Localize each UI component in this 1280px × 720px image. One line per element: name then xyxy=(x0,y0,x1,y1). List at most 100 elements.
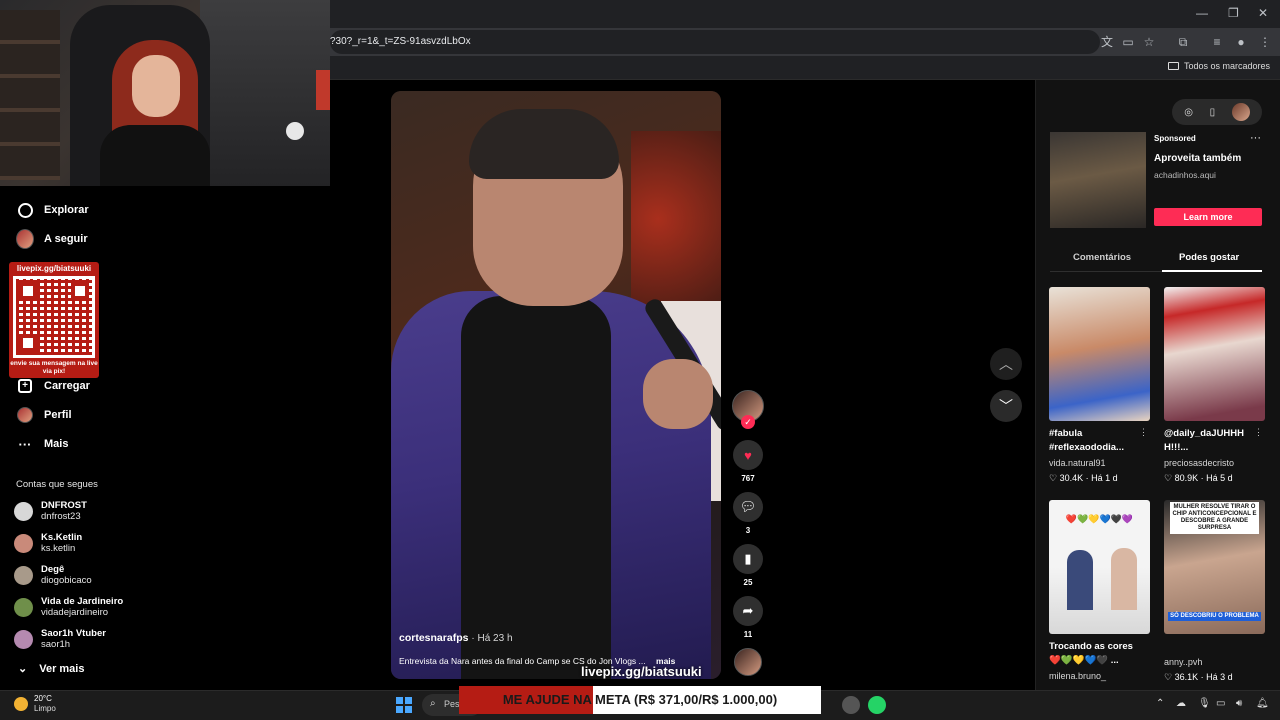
cast-icon[interactable]: ▭ xyxy=(1119,33,1137,51)
tab-comments[interactable]: Comentários xyxy=(1073,252,1131,263)
more-options-icon[interactable]: ··· xyxy=(1250,132,1261,144)
previous-video-button[interactable]: ︿ xyxy=(990,348,1022,380)
save-button[interactable]: ▮ 25 xyxy=(732,544,764,587)
panel-tabs: Comentários Podes gostar xyxy=(1050,250,1262,272)
more-options-icon[interactable]: ⋮ xyxy=(1254,427,1263,438)
card-stats: ♡ 80.9K · Há 5 d xyxy=(1164,473,1233,483)
webcam-person-body xyxy=(100,125,210,186)
weather-widget[interactable]: 20°C Limpo xyxy=(14,694,56,714)
card-user[interactable]: vida.natural91 xyxy=(1049,458,1150,468)
extensions-icon[interactable]: ⧉ xyxy=(1174,33,1192,51)
webcam-shelf xyxy=(0,10,60,180)
following-item[interactable]: DNFROST dnfrost23 xyxy=(14,500,87,522)
more-options-icon[interactable]: ⋮ xyxy=(1139,427,1148,438)
minimize-icon[interactable]: — xyxy=(1196,6,1208,20)
video-scene xyxy=(643,359,713,429)
following-user: dnfrost23 xyxy=(41,511,81,522)
video-author-line[interactable]: cortesnarafps · Há 23 h xyxy=(399,632,513,644)
chevron-down-icon: ⌄ xyxy=(18,663,28,675)
screen: — ❐ ✕ ?30?_r=1&_t=ZS-91asvzdLbOx 文 ▭ ☆ ⧉… xyxy=(0,0,1280,720)
ad-sponsored-label: Sponsored xyxy=(1154,134,1196,143)
url-text[interactable]: ?30?_r=1&_t=ZS-91asvzdLbOx xyxy=(330,36,471,47)
nav-more[interactable]: ··· Mais xyxy=(16,435,69,453)
reading-list-icon[interactable]: ≡ xyxy=(1208,33,1226,51)
whatsapp-icon[interactable] xyxy=(868,696,886,714)
nav-more-label: Mais xyxy=(44,438,69,450)
following-title: Contas que segues xyxy=(16,479,98,490)
chevron-up-icon[interactable]: ⌃ xyxy=(1156,698,1164,709)
following-name: Vida de Jardineiro xyxy=(41,596,124,607)
check-icon[interactable]: ✓ xyxy=(741,415,755,429)
music-avatar[interactable] xyxy=(732,648,764,676)
card-thumb-person xyxy=(1067,550,1093,610)
next-video-button[interactable]: ﹀ xyxy=(990,390,1022,422)
video-author[interactable]: cortesnarafps xyxy=(399,632,468,644)
card-user[interactable]: preciosasdecristo xyxy=(1164,458,1265,468)
nav-upload[interactable]: + Carregar xyxy=(16,377,90,395)
card-thumb-overlay-text: MULHER RESOLVE TIRAR O CHIP ANTICONCEPCI… xyxy=(1170,502,1259,534)
upload-icon: + xyxy=(16,377,34,395)
star-icon[interactable]: ☆ xyxy=(1140,33,1158,51)
qr-corner xyxy=(19,334,37,352)
heart-outline-icon: ♡ xyxy=(1164,473,1175,483)
nav-explore-label: Explorar xyxy=(44,204,89,216)
compass-icon[interactable]: ◎ xyxy=(1184,107,1193,118)
avatar-icon xyxy=(16,406,34,424)
following-item[interactable]: Degê diogobicaco xyxy=(14,564,92,586)
recommendation-card[interactable]: @daily_daJUHHH H!!!... preciosasdecristo… xyxy=(1164,287,1265,484)
tab-may-like[interactable]: Podes gostar xyxy=(1179,252,1239,263)
like-button[interactable]: ♥ 767 xyxy=(732,440,764,483)
nav-profile-label: Perfil xyxy=(44,409,72,421)
qr-title: livepix.gg/biatsuuki xyxy=(16,264,92,273)
nav-following[interactable]: A seguir xyxy=(16,229,88,249)
nav-explore[interactable]: Explorar xyxy=(16,201,89,219)
see-more-button[interactable]: ⌄ Ver mais xyxy=(18,662,84,676)
comment-button[interactable]: 💬︎ 3 xyxy=(732,492,764,535)
mic-icon[interactable]: 🎙︎ xyxy=(1198,698,1211,709)
cloud-icon[interactable]: ☁ xyxy=(1176,698,1186,709)
following-item[interactable]: Saor1h Vtuber saor1h xyxy=(14,628,106,650)
card-user[interactable]: anny..pvh xyxy=(1164,657,1265,667)
following-item[interactable]: Ks.Ketlin ks.ketlin xyxy=(14,532,82,554)
learn-more-button[interactable]: Learn more xyxy=(1154,208,1262,226)
ad-title[interactable]: Aproveita também xyxy=(1154,153,1241,164)
volume-icon[interactable]: 🔊︎ xyxy=(1236,698,1242,709)
moon-icon xyxy=(14,697,28,711)
card-thumbnail xyxy=(1049,287,1150,421)
restore-icon[interactable]: ❐ xyxy=(1228,6,1239,20)
close-icon[interactable]: ✕ xyxy=(1258,6,1268,20)
windows-start-icon[interactable] xyxy=(396,697,412,713)
all-bookmarks[interactable]: Todos os marcadores xyxy=(1167,61,1270,71)
creator-avatar[interactable]: ✓ xyxy=(732,390,764,429)
heart-outline-icon: ♡ xyxy=(1164,672,1175,682)
video-player[interactable]: cortesnarafps · Há 23 h Entrevista da Na… xyxy=(391,91,721,679)
card-title xyxy=(1164,640,1265,654)
app-icon[interactable] xyxy=(842,696,860,714)
weather-condition: Limpo xyxy=(34,704,56,713)
ad-advertiser[interactable]: achadinhos.aqui xyxy=(1154,170,1216,180)
following-item[interactable]: Vida de Jardineiro vidadejardineiro xyxy=(14,596,123,618)
menu-icon[interactable]: ⋮ xyxy=(1256,33,1274,51)
card-user[interactable]: milena.bruno_ xyxy=(1049,671,1150,681)
chevron-up-icon: ︿ xyxy=(999,356,1013,372)
recommendation-card[interactable]: ❤️💚💛💙🖤💜 Trocando as cores ❤️💚💛💙🖤 ... mil… xyxy=(1049,500,1150,681)
avatar[interactable] xyxy=(1231,103,1250,121)
following-name: Degê xyxy=(41,564,65,575)
card-thumbnail: MULHER RESOLVE TIRAR O CHIP ANTICONCEPCI… xyxy=(1164,500,1265,634)
card-title-line2: ❤️💚💛💙🖤 ... xyxy=(1049,655,1119,666)
card-views: 80.9K xyxy=(1174,473,1199,483)
card-title: #fabula #reflexaododia... xyxy=(1049,428,1124,453)
heart-icon: ♥ xyxy=(733,440,763,470)
share-button[interactable]: ➦ 11 xyxy=(732,596,764,639)
nav-profile[interactable]: Perfil xyxy=(16,406,72,424)
recommendation-card[interactable]: #fabula #reflexaododia... vida.natural91… xyxy=(1049,287,1150,484)
avatar xyxy=(14,629,33,649)
recommendation-card[interactable]: MULHER RESOLVE TIRAR O CHIP ANTICONCEPCI… xyxy=(1164,500,1265,683)
phone-icon[interactable]: ▯ xyxy=(1210,107,1216,118)
livepix-qr-card: livepix.gg/biatsuuki envie sua mensagem … xyxy=(9,262,99,378)
translate-icon[interactable]: 文 xyxy=(1098,33,1116,51)
notification-icon[interactable]: 🔔︎ xyxy=(1256,698,1269,709)
network-icon[interactable]: ▭ xyxy=(1216,698,1225,709)
ad-thumbnail[interactable] xyxy=(1050,132,1146,228)
profile-icon[interactable]: ● xyxy=(1232,33,1250,51)
